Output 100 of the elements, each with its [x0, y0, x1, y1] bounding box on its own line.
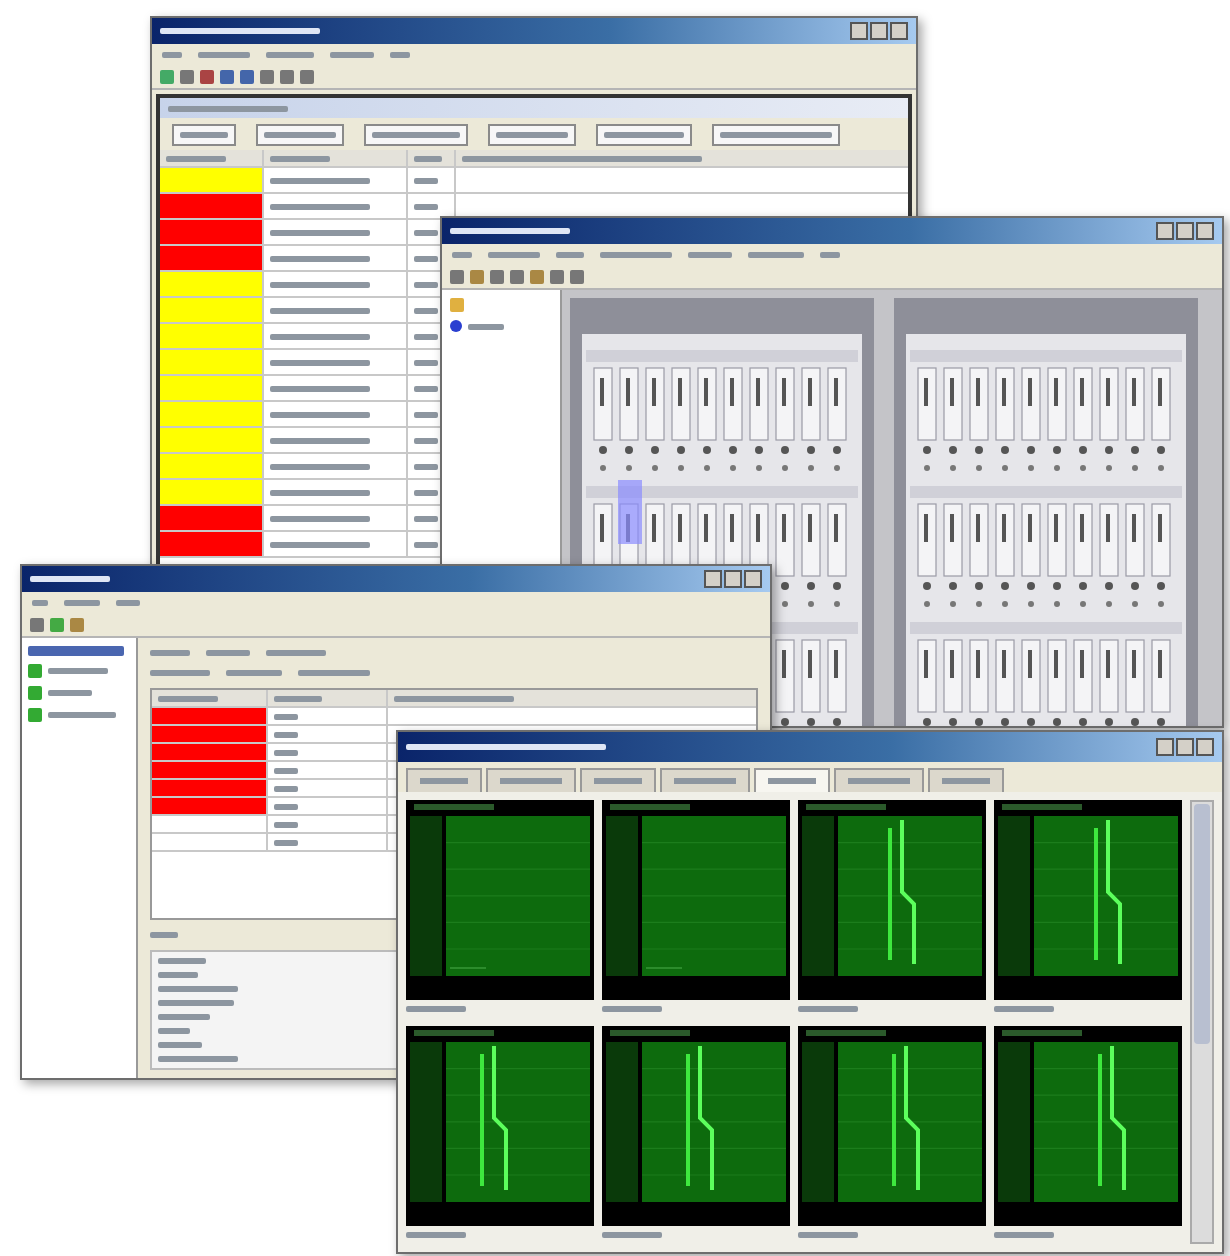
blurred-label — [600, 251, 672, 257]
blurred-label — [266, 649, 326, 656]
blurred-label — [28, 646, 124, 656]
blurred-label — [270, 255, 370, 261]
blurred-label — [150, 649, 190, 656]
tree-node-icon[interactable] — [28, 708, 42, 722]
blurred-label — [270, 385, 370, 391]
blurred-label — [270, 515, 370, 521]
tab[interactable] — [928, 768, 1004, 792]
blurred-label — [158, 1055, 238, 1062]
tab[interactable] — [406, 768, 482, 792]
blurred-label — [406, 1006, 466, 1012]
blurred-label — [556, 251, 584, 257]
blurred-label — [414, 437, 438, 443]
blurred-label — [150, 932, 178, 939]
blurred-label — [270, 307, 370, 313]
blurred-label — [414, 281, 438, 287]
blurred-label — [414, 229, 438, 235]
blurred-label — [158, 999, 234, 1006]
filter-field[interactable] — [488, 123, 576, 145]
blurred-label — [450, 228, 570, 234]
blurred-label — [270, 229, 370, 235]
blurred-label — [602, 1006, 662, 1012]
blurred-label — [158, 1027, 190, 1034]
blurred-label — [270, 489, 370, 495]
window-controls-icon — [850, 22, 908, 40]
blurred-label — [414, 177, 438, 183]
blurred-label — [798, 1232, 858, 1238]
tab[interactable] — [580, 768, 656, 792]
blurred-label — [414, 515, 438, 521]
tab[interactable] — [660, 768, 750, 792]
blurred-label — [274, 767, 298, 774]
blurred-label — [270, 463, 370, 469]
blurred-label — [298, 670, 370, 677]
blurred-label — [270, 333, 370, 339]
blurred-label — [452, 251, 472, 257]
blurred-label — [158, 1041, 202, 1048]
blurred-label — [330, 51, 374, 57]
blurred-label — [270, 281, 370, 287]
blurred-label — [30, 576, 110, 582]
blurred-label — [406, 1232, 466, 1238]
blurred-label — [270, 411, 370, 417]
filter-field[interactable] — [172, 123, 236, 145]
blurred-label — [116, 599, 140, 605]
blurred-label — [274, 785, 298, 792]
blurred-label — [158, 1013, 210, 1020]
filter-field[interactable] — [256, 123, 344, 145]
blurred-label — [158, 695, 218, 702]
blurred-label — [414, 255, 438, 261]
window-controls-icon — [1156, 222, 1214, 240]
tab[interactable] — [834, 768, 924, 792]
blurred-label — [274, 749, 298, 756]
blurred-label — [158, 985, 238, 992]
blurred-label — [270, 155, 330, 161]
blurred-label — [602, 1232, 662, 1238]
blurred-label — [274, 695, 322, 702]
blurred-label — [798, 1006, 858, 1012]
blurred-label — [414, 541, 438, 547]
scrollbar[interactable] — [1190, 800, 1214, 1244]
blurred-label — [270, 541, 370, 547]
blurred-label — [274, 839, 298, 846]
blurred-label — [32, 599, 48, 605]
blurred-label — [162, 51, 182, 57]
blurred-label — [274, 713, 298, 720]
filter-field[interactable] — [712, 123, 840, 145]
blurred-label — [48, 712, 116, 718]
blurred-label — [226, 670, 282, 677]
filter-field[interactable] — [596, 123, 692, 145]
blurred-label — [748, 251, 804, 257]
filter-field[interactable] — [364, 123, 468, 145]
blurred-label — [64, 599, 100, 605]
blurred-label — [414, 385, 438, 391]
blurred-label — [414, 489, 438, 495]
blurred-label — [206, 649, 250, 656]
tab[interactable] — [486, 768, 576, 792]
blurred-label — [150, 670, 210, 677]
blurred-label — [166, 155, 226, 161]
window-controls-icon — [1156, 738, 1214, 756]
blurred-label — [158, 971, 198, 978]
blurred-label — [468, 323, 504, 329]
tree-node-icon[interactable] — [28, 664, 42, 678]
blurred-label — [270, 359, 370, 365]
blurred-label — [994, 1006, 1054, 1012]
blurred-label — [158, 957, 206, 964]
blurred-label — [274, 803, 298, 810]
blurred-label — [414, 307, 438, 313]
blurred-label — [274, 731, 298, 738]
blurred-label — [820, 251, 840, 257]
blurred-label — [270, 437, 370, 443]
window-controls-icon — [704, 570, 762, 588]
blurred-label — [414, 359, 438, 365]
blurred-label — [414, 333, 438, 339]
blurred-label — [688, 251, 732, 257]
blurred-label — [270, 203, 370, 209]
blurred-label — [390, 51, 410, 57]
tree-node-icon[interactable] — [450, 320, 462, 332]
tree-node-icon[interactable] — [28, 686, 42, 700]
tab[interactable] — [754, 768, 830, 792]
blurred-label — [48, 668, 108, 674]
blurred-label — [274, 821, 298, 828]
